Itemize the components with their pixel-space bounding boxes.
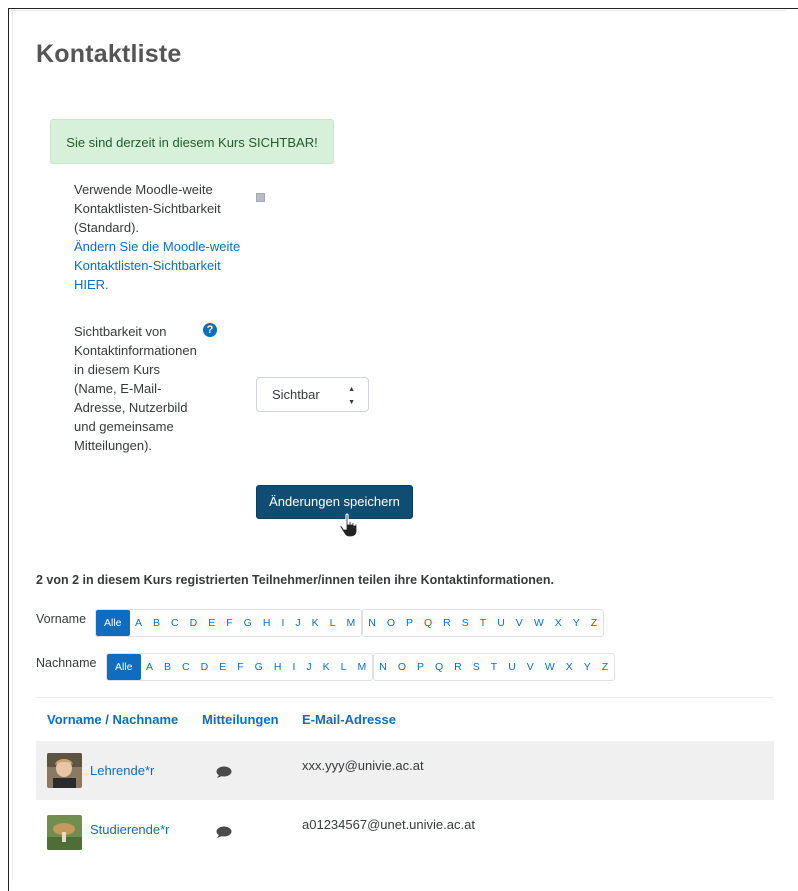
lastname-letter[interactable]: P [411,654,429,680]
teacher-avatar [47,753,82,788]
moodle-wide-visibility-label: Verwende Moodle-weite Kontaktlisten-Sich… [74,180,244,294]
firstname-filter-all[interactable]: Alle [96,610,130,636]
lastname-letter[interactable]: K [317,654,335,680]
lastname-letter[interactable]: N [374,654,393,680]
firstname-letter[interactable]: R [438,610,457,636]
firstname-letter[interactable]: C [166,610,185,636]
save-changes-button[interactable]: Änderungen speichern [256,485,413,519]
firstname-filter-group-1: Alle A B C D E F G H I J K L M [95,609,362,637]
lastname-letter[interactable]: S [467,654,485,680]
student-avatar [47,815,82,850]
page-title: Kontaktliste [36,40,182,68]
firstname-filter-bar: Alle A B C D E F G H I J K L M N O P Q R… [95,609,604,637]
lastname-filter-label: Nachname [36,656,97,670]
visibility-label: Sichtbarkeit von Kontaktinformationen in… [74,324,197,453]
visibility-select[interactable]: Sichtbar ▲ ▼ [256,377,369,412]
visibility-select-value: Sichtbar [272,387,320,402]
firstname-letter[interactable]: W [528,610,549,636]
firstname-letter[interactable]: J [290,610,306,636]
lastname-letter[interactable]: R [449,654,468,680]
moodle-wide-visibility-text: Verwende Moodle-weite Kontaktlisten-Sich… [74,182,221,235]
firstname-letter[interactable]: M [341,610,361,636]
firstname-letter[interactable]: B [148,610,166,636]
question-circle-icon[interactable]: ? [203,323,217,337]
table-row: Lehrende*r xxx.yyy@univie.ac.at [36,741,774,800]
lastname-filter-all[interactable]: Alle [107,654,141,680]
firstname-letter[interactable]: Y [567,610,585,636]
firstname-letter[interactable]: V [510,610,528,636]
header-messages: Mitteilungen [202,712,279,727]
table-row: Studierende*r a01234567@unet.univie.ac.a… [36,801,774,860]
lastname-letter[interactable]: I [287,654,301,680]
lastname-letter[interactable]: T [485,654,502,680]
header-email[interactable]: E-Mail-Adresse [302,712,396,727]
lastname-letter[interactable]: A [141,654,159,680]
lastname-letter[interactable]: E [214,654,232,680]
lastname-letter[interactable]: D [195,654,214,680]
lastname-letter[interactable]: U [503,654,522,680]
firstname-letter[interactable]: Q [419,610,438,636]
lastname-letter[interactable]: Z [596,654,613,680]
lastname-letter[interactable]: F [232,654,249,680]
moodle-wide-visibility-checkbox[interactable] [256,193,265,202]
header-name[interactable]: Vorname / Nachname [47,712,178,727]
moodle-wide-visibility-link[interactable]: Ändern Sie die Moodle-weite Kontaktliste… [74,237,244,294]
lastname-filter-group-2: N O P Q R S T U V W X Y Z [372,653,615,681]
firstname-letter[interactable]: H [257,610,276,636]
lastname-letter[interactable]: M [352,654,372,680]
contact-email: xxx.yyy@univie.ac.at [302,758,424,773]
firstname-letter[interactable]: U [492,610,511,636]
firstname-letter[interactable]: T [474,610,491,636]
firstname-letter[interactable]: K [306,610,324,636]
speech-bubble-icon[interactable] [216,826,232,838]
table-divider [36,697,774,698]
hand-cursor-icon [339,513,358,538]
firstname-letter[interactable]: D [184,610,203,636]
firstname-letter[interactable]: O [381,610,400,636]
firstname-letter[interactable]: Z [585,610,602,636]
lastname-letter[interactable]: J [301,654,317,680]
firstname-letter[interactable]: L [324,610,341,636]
contact-name-link[interactable]: Lehrende*r [90,763,154,778]
lastname-letter[interactable]: W [539,654,560,680]
lastname-letter[interactable]: Q [430,654,449,680]
firstname-letter[interactable]: S [456,610,474,636]
visibility-alert: Sie sind derzeit in diesem Kurs SICHTBAR… [50,119,334,164]
firstname-letter[interactable]: E [203,610,221,636]
firstname-filter-label: Vorname [36,612,87,626]
select-caret-icon: ▲ ▼ [348,386,355,406]
participants-summary: 2 von 2 in diesem Kurs registrierten Tei… [36,573,554,587]
lastname-letter[interactable]: G [249,654,268,680]
firstname-letter[interactable]: X [549,610,567,636]
lastname-filter-group-1: Alle A B C D E F G H I J K L M [106,653,373,681]
lastname-letter[interactable]: B [159,654,177,680]
lastname-letter[interactable]: C [177,654,196,680]
contact-name-link[interactable]: Studierende*r [90,822,170,837]
lastname-letter[interactable]: H [268,654,287,680]
lastname-letter[interactable]: X [560,654,578,680]
lastname-letter[interactable]: O [392,654,411,680]
lastname-letter[interactable]: L [335,654,352,680]
firstname-letter[interactable]: F [221,610,238,636]
contact-email: a01234567@unet.univie.ac.at [302,817,475,832]
firstname-letter[interactable]: N [363,610,382,636]
lastname-letter[interactable]: V [521,654,539,680]
lastname-filter-bar: Alle A B C D E F G H I J K L M N O P Q R… [106,653,615,681]
firstname-letter[interactable]: G [238,610,257,636]
speech-bubble-icon[interactable] [216,766,232,778]
firstname-filter-group-2: N O P Q R S T U V W X Y Z [361,609,604,637]
firstname-letter[interactable]: I [276,610,290,636]
firstname-letter[interactable]: P [400,610,418,636]
firstname-letter[interactable]: A [130,610,148,636]
lastname-letter[interactable]: Y [578,654,596,680]
